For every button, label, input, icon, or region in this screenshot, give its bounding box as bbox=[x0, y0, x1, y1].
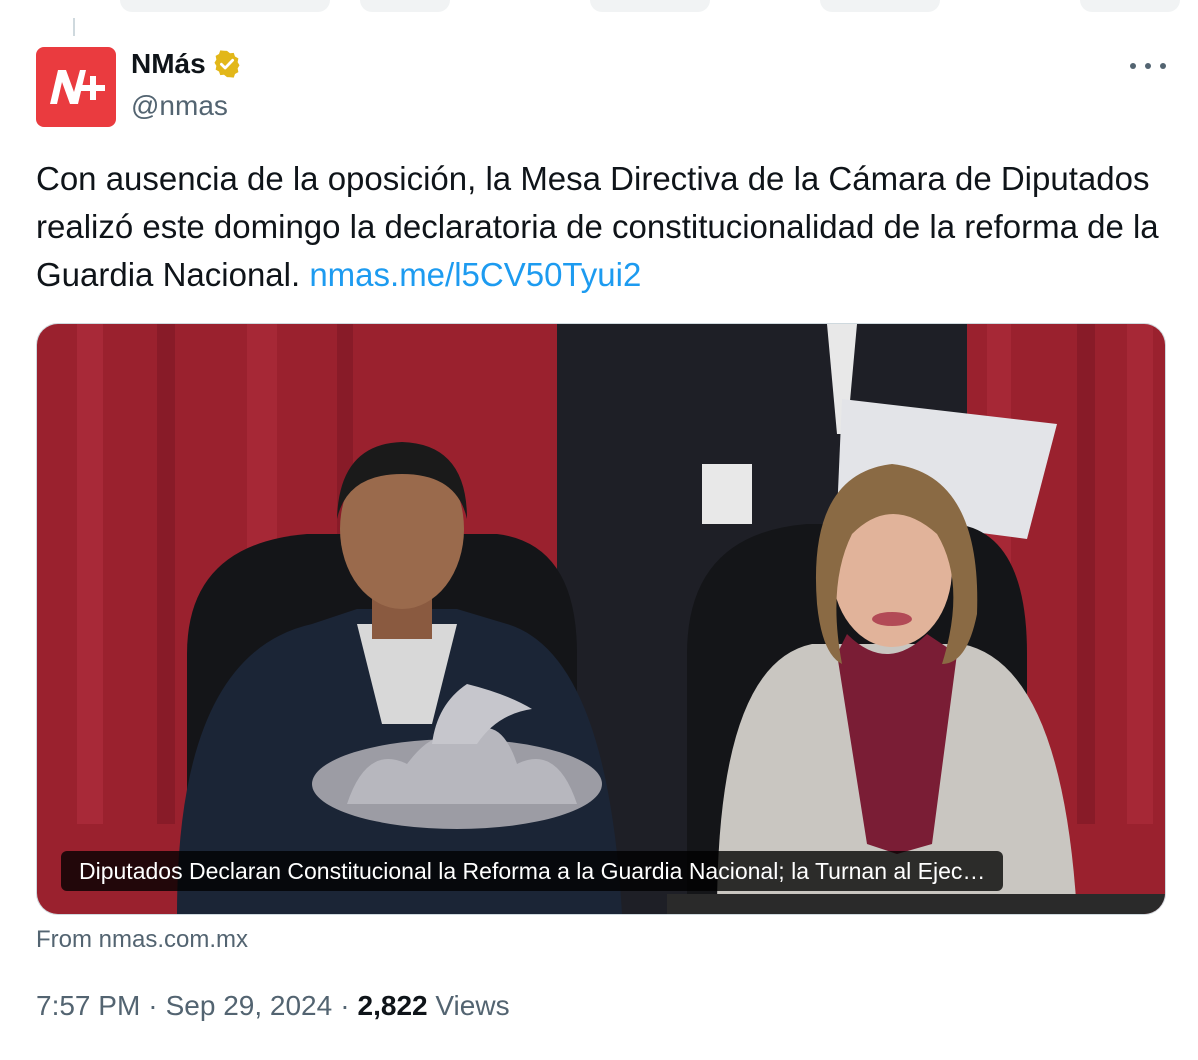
author-handle[interactable]: @nmas bbox=[131, 90, 228, 122]
tweet-time[interactable]: 7:57 PM bbox=[36, 990, 140, 1021]
thread-connector-line bbox=[73, 18, 75, 36]
previous-tweet-edge bbox=[0, 0, 1198, 22]
tweet-text: Con ausencia de la oposición, la Mesa Di… bbox=[36, 155, 1176, 299]
tweet-date[interactable]: Sep 29, 2024 bbox=[166, 990, 333, 1021]
link-source[interactable]: From nmas.com.mx bbox=[36, 926, 248, 954]
verified-badge-icon bbox=[214, 50, 240, 78]
author-name-row[interactable]: NMás bbox=[131, 48, 242, 80]
avatar[interactable] bbox=[36, 47, 116, 127]
separator-dot: · bbox=[340, 990, 350, 1021]
views-count: 2,822 bbox=[357, 990, 428, 1021]
link-preview-card[interactable]: Diputados Declaran Constitucional la Ref… bbox=[36, 323, 1166, 915]
author-name[interactable]: NMás bbox=[131, 48, 206, 80]
news-video-thumbnail bbox=[37, 324, 1165, 914]
more-options-icon[interactable] bbox=[1130, 53, 1166, 79]
nmas-logo-icon bbox=[50, 70, 105, 104]
separator-dot: · bbox=[148, 990, 158, 1021]
tweet-link[interactable]: nmas.me/l5CV50Tyui2 bbox=[309, 256, 641, 293]
tweet-metadata: 7:57 PM · Sep 29, 2024 · 2,822 Views bbox=[36, 990, 510, 1022]
card-title: Diputados Declaran Constitucional la Ref… bbox=[61, 851, 1004, 891]
views-label: Views bbox=[435, 990, 510, 1021]
